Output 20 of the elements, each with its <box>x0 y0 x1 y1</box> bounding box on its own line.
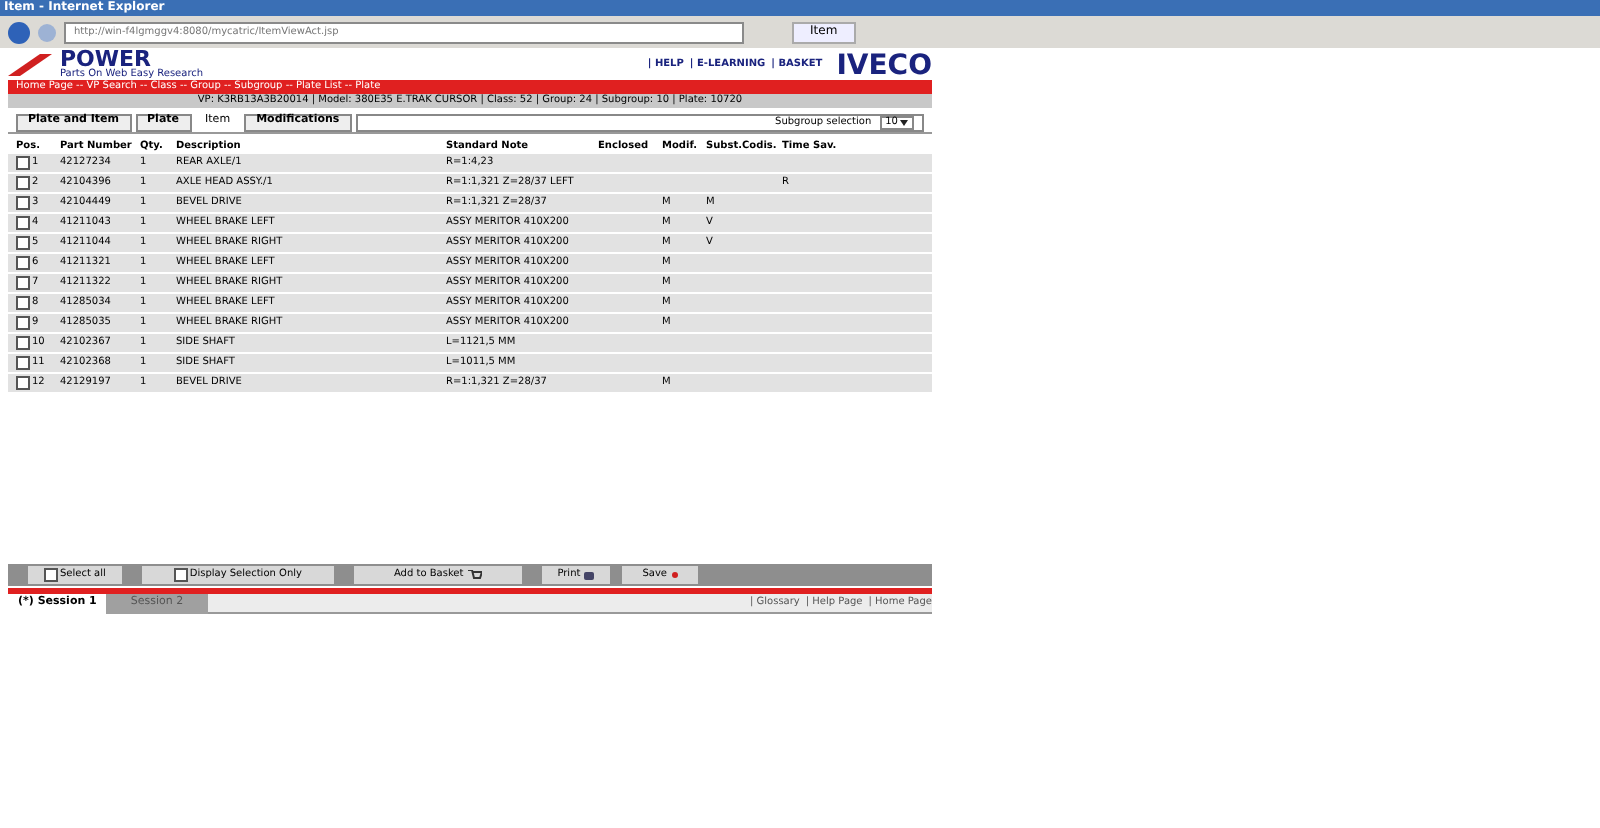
checkbox[interactable] <box>173 568 188 582</box>
row-checkbox[interactable] <box>16 196 30 210</box>
logo-text: POWER <box>60 48 152 70</box>
checkbox[interactable] <box>44 568 58 582</box>
row-checkbox[interactable] <box>16 336 30 350</box>
row-checkbox[interactable] <box>16 176 30 190</box>
save-icon <box>671 572 677 578</box>
caret-icon <box>900 119 908 125</box>
row-checkbox[interactable] <box>16 236 30 250</box>
row-checkbox[interactable] <box>16 356 30 370</box>
row-checkbox[interactable] <box>16 316 30 330</box>
row-checkbox[interactable] <box>16 256 30 270</box>
row-checkbox[interactable] <box>16 156 30 170</box>
row-checkbox[interactable] <box>16 216 30 230</box>
logo-icon <box>8 52 52 76</box>
brand-logo: IVECO <box>836 52 932 80</box>
row-checkbox[interactable] <box>16 276 30 290</box>
row-checkbox[interactable] <box>16 376 30 390</box>
row-checkbox[interactable] <box>16 296 30 310</box>
cart-icon <box>467 569 482 581</box>
